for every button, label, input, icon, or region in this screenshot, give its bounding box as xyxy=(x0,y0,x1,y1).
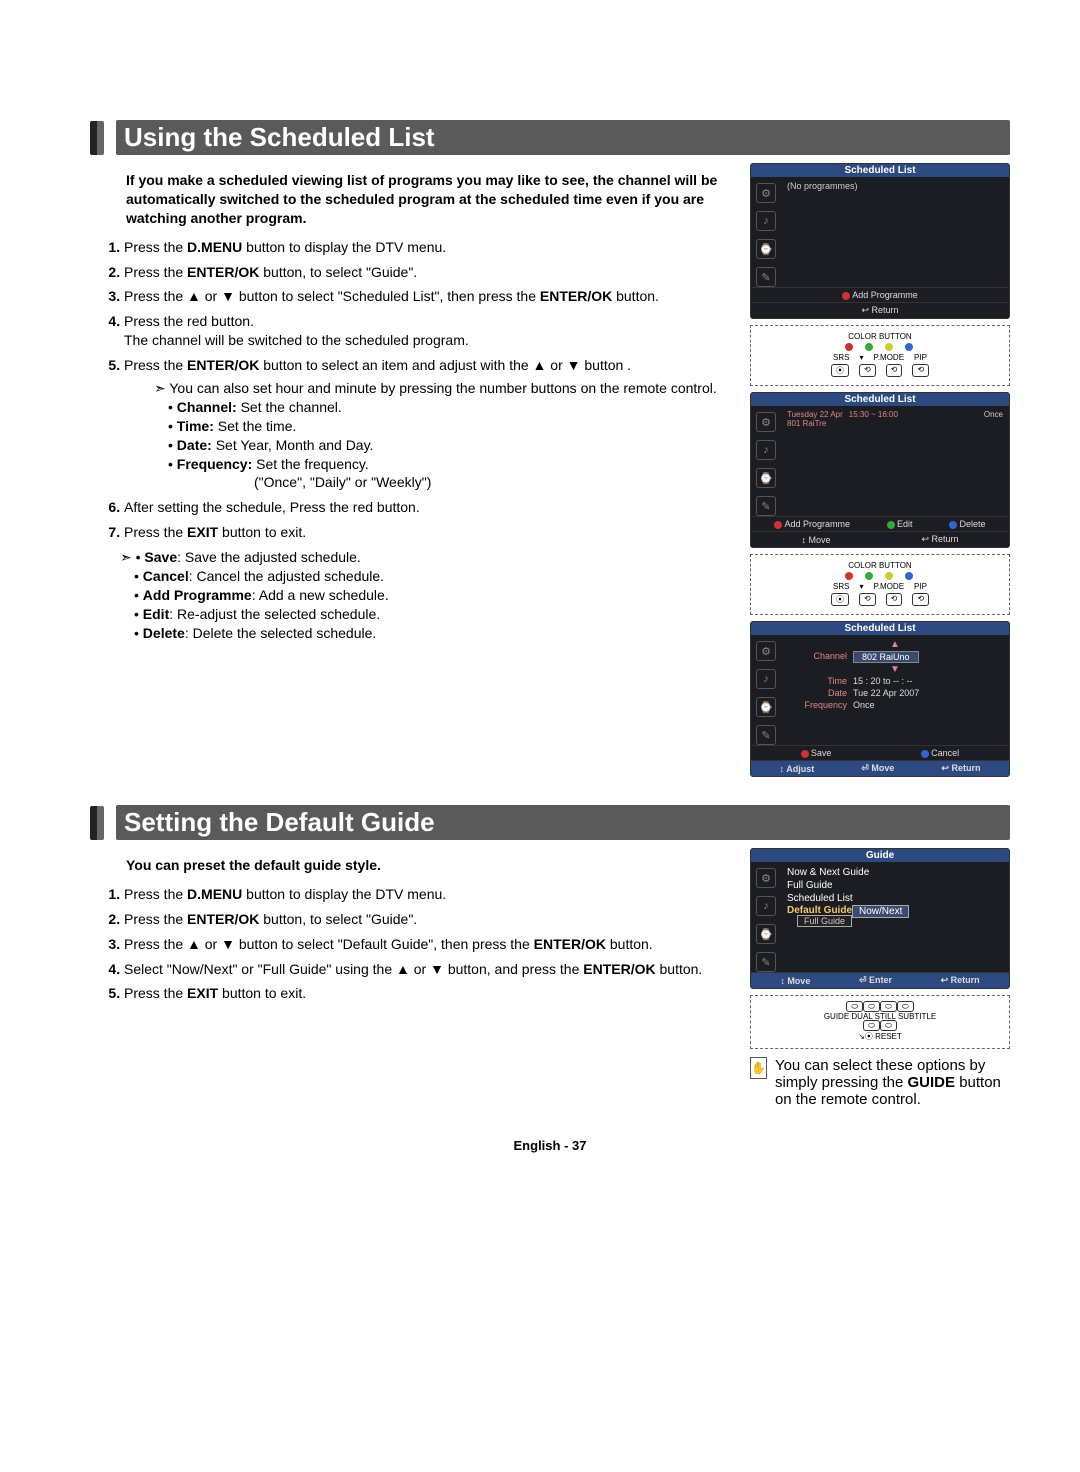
osd-foot: Save xyxy=(801,748,832,758)
remote-diagram-2: COLOR BUTTON SRS▾P.MODEPIP ⦿⟲⟲⟲ xyxy=(750,554,1010,615)
osd3-freq-value: Once xyxy=(853,700,875,710)
guide-item: Now & Next Guide xyxy=(787,866,909,879)
osd3-date-value: Tue 22 Apr 2007 xyxy=(853,688,919,698)
osd2-channel: 801 RaiTre xyxy=(787,419,1003,428)
osd-screenshot-2: Scheduled List ⚙♪⌚✎ Tuesday 22 Apr 15:30… xyxy=(750,392,1010,548)
s2-step-5: Press the EXIT button to exit. xyxy=(124,984,738,1003)
heading-accent-bar xyxy=(90,806,104,840)
osd-foot: Delete xyxy=(949,519,985,529)
osd-foot: Add Programme xyxy=(774,519,850,529)
osd-sidebar-icons: ⚙♪⌚✎ xyxy=(751,406,781,516)
remote-diagram-1: COLOR BUTTON SRS▾P.MODEPIP ⦿⟲⟲⟲ xyxy=(750,325,1010,386)
steps-list-2: Press the D.MENU button to display the D… xyxy=(104,885,738,1003)
step-5-bullet: Channel: Set the channel. xyxy=(168,398,738,417)
section-heading: Using the Scheduled List xyxy=(90,120,1010,155)
s2-step-1: Press the D.MENU button to display the D… xyxy=(124,885,738,904)
heading-accent-bar xyxy=(90,121,104,155)
osd-screenshot-1: Scheduled List ⚙♪⌚✎ (No programmes) Add … xyxy=(750,163,1010,319)
osd-foot: ↩ Return xyxy=(941,975,980,986)
frequency-options: ("Once", "Daily" or "Weekly") xyxy=(254,473,738,492)
osd-foot: ↕ Move xyxy=(801,535,830,545)
osd-foot-return: ↩ Return xyxy=(861,305,898,316)
remote-diagram-3: ⬭⬭⬭⬭ GUIDE DUAL STILL SUBTITLE ⬭⬭ ↘⦿ RES… xyxy=(750,995,1010,1049)
osd3-date-label: Date xyxy=(787,688,847,698)
osd-foot: ⏎ Move xyxy=(861,763,894,774)
step-5-note: You can also set hour and minute by pres… xyxy=(154,379,738,398)
osd3-time-label: Time xyxy=(787,676,847,686)
step-5: Press the ENTER/OK button to select an i… xyxy=(124,356,738,492)
save-bullet: • Edit: Re-adjust the selected schedule. xyxy=(134,605,738,624)
guide-option-nownext: Now/Next xyxy=(852,905,909,918)
osd-foot: ↕ Move xyxy=(780,976,810,986)
osd2-time: 15:30 ~ 16:00 xyxy=(849,410,898,419)
save-bullet: • Cancel: Cancel the adjusted schedule. xyxy=(134,567,738,586)
step-3: Press the ▲ or ▼ button to select "Sched… xyxy=(124,287,738,306)
step-7: Press the EXIT button to exit. xyxy=(124,523,738,542)
osd-title: Guide xyxy=(751,849,1009,862)
step-5-bullet: Frequency: Set the frequency. xyxy=(168,455,738,474)
s2-step-3: Press the ▲ or ▼ button to select "Defau… xyxy=(124,935,738,954)
s2-step-4: Select "Now/Next" or "Full Guide" using … xyxy=(124,960,738,979)
guide-item: Scheduled List xyxy=(787,892,909,905)
osd2-date: Tuesday 22 Apr xyxy=(787,410,843,419)
osd-foot-add: Add Programme xyxy=(842,290,918,300)
osd-screenshot-3: Scheduled List ⚙♪⌚✎ ▲ Channel802 RaiUno … xyxy=(750,621,1010,777)
osd3-freq-label: Frequency xyxy=(787,700,847,710)
osd-title: Scheduled List xyxy=(751,164,1009,177)
step-5-bullet: Date: Set Year, Month and Day. xyxy=(168,436,738,455)
heading-1: Using the Scheduled List xyxy=(116,120,1010,155)
osd-foot: Edit xyxy=(887,519,913,529)
guide-item: Full Guide xyxy=(787,879,909,892)
step-4: Press the red button.The channel will be… xyxy=(124,312,738,350)
osd3-channel-value: 802 RaiUno xyxy=(853,651,919,663)
save-bullet: • Delete: Delete the selected schedule. xyxy=(134,624,738,643)
intro-text-2: You can preset the default guide style. xyxy=(126,856,738,875)
osd-no-programmes: (No programmes) xyxy=(787,181,1003,191)
hand-icon: ✋ xyxy=(750,1057,767,1079)
osd-foot: ↩ Return xyxy=(941,763,980,774)
save-bullet: • Add Programme: Add a new schedule. xyxy=(134,586,738,605)
osd2-freq: Once xyxy=(984,410,1003,419)
up-arrow-icon: ▲ xyxy=(787,639,1003,650)
down-arrow-icon: ▼ xyxy=(787,664,1003,675)
osd-foot: ↩ Return xyxy=(921,534,958,545)
save-bullet: • Save: Save the adjusted schedule. xyxy=(120,548,738,567)
intro-text: If you make a scheduled viewing list of … xyxy=(126,171,738,228)
page-number: English - 37 xyxy=(90,1138,1010,1153)
osd-foot: ⏎ Enter xyxy=(859,975,892,986)
osd-foot: ↕ Adjust xyxy=(780,764,815,774)
osd-screenshot-guide: Guide ⚙♪⌚✎ Now & Next Guide Full Guide S… xyxy=(750,848,1010,989)
osd3-channel-label: Channel xyxy=(787,651,847,663)
step-6: After setting the schedule, Press the re… xyxy=(124,498,738,517)
section-heading: Setting the Default Guide xyxy=(90,805,1010,840)
osd-foot: Cancel xyxy=(921,748,959,758)
osd-title: Scheduled List xyxy=(751,393,1009,406)
guide-note: ✋ You can select these options by simply… xyxy=(750,1057,1010,1108)
step-2: Press the ENTER/OK button, to select "Gu… xyxy=(124,263,738,282)
guide-option-fullguide: Full Guide xyxy=(797,915,852,927)
osd-sidebar-icons: ⚙♪⌚✎ xyxy=(751,177,781,287)
osd-sidebar-icons: ⚙♪⌚✎ xyxy=(751,635,781,745)
osd3-time-value: 15 : 20 to -- : -- xyxy=(853,676,913,686)
s2-step-2: Press the ENTER/OK button, to select "Gu… xyxy=(124,910,738,929)
osd-title: Scheduled List xyxy=(751,622,1009,635)
step-5-bullet: Time: Set the time. xyxy=(168,417,738,436)
step-1: Press the D.MENU button to display the D… xyxy=(124,238,738,257)
steps-list: Press the D.MENU button to display the D… xyxy=(104,238,738,542)
heading-2: Setting the Default Guide xyxy=(116,805,1010,840)
guide-button-label: GUIDE xyxy=(908,1074,956,1091)
osd-sidebar-icons: ⚙♪⌚✎ xyxy=(751,862,781,972)
